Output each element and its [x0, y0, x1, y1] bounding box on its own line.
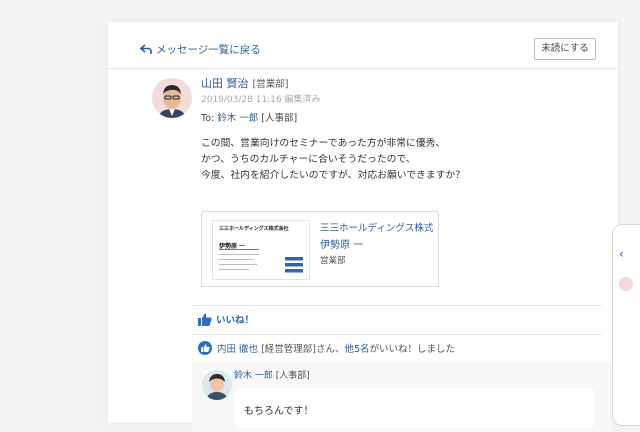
card-dept: 営業部: [320, 256, 346, 266]
chevron-left-icon: ‹: [619, 247, 624, 261]
liked-suffix-2: がいいね！しました: [369, 344, 456, 355]
commenter-avatar[interactable]: [202, 370, 232, 400]
like-button[interactable]: いいね！: [198, 312, 254, 326]
author-name[interactable]: 山田 賢治: [201, 77, 249, 90]
like-label: いいね！: [216, 315, 255, 326]
card-person-name[interactable]: 伊勢原 一: [320, 236, 363, 251]
thumb-text-lines: [219, 254, 259, 270]
mini-avatar: [619, 277, 633, 291]
recipient-line: To: 鈴木 一郎 [人事部]: [201, 110, 297, 124]
liker-dept: [経営管理部]: [261, 344, 316, 355]
author-avatar[interactable]: [152, 78, 192, 118]
message-body: この間、営業向けのセミナーであった方が非常に優秀、 かつ、うちのカルチャーに合い…: [201, 136, 465, 184]
divider: [192, 334, 602, 335]
comment-text: もちろんです！: [244, 406, 314, 417]
company-logo-icon: [285, 257, 303, 273]
recipient-dept: [人事部]: [261, 113, 298, 124]
recipient-name-link[interactable]: 鈴木 一郎: [217, 113, 258, 124]
back-label: メッセージ一覧に戻る: [156, 44, 261, 56]
back-to-list-link[interactable]: メッセージ一覧に戻る: [140, 42, 261, 57]
person-avatar-icon: [152, 78, 192, 118]
person-avatar-icon: [202, 370, 232, 400]
commenter-dept: [人事部]: [275, 371, 310, 381]
back-arrow-icon: [140, 44, 152, 54]
liker-name-link[interactable]: 内田 徹也: [217, 341, 258, 355]
message-line: かつ、うちのカルチャーに合いそうだったので、: [201, 154, 416, 165]
thumb-name-underline: [219, 249, 259, 250]
to-prefix: To:: [201, 113, 218, 124]
thumb-company: 三三ホールディングス株式会社: [219, 226, 289, 232]
message-detail-card: メッセージ一覧に戻る 未読にする 山田 賢治 [営業部] 2019/03/28 1…: [108, 22, 618, 432]
divider: [192, 305, 602, 306]
commenter-line: 鈴木 一郎 [人事部]: [234, 368, 310, 381]
comment-section: 鈴木 一郎 [人事部] もちろんです！: [192, 362, 612, 432]
business-card-attachment[interactable]: 三三ホールディングス株式会社 伊勢原 一 三三ホールディングス株式… 伊勢原 一…: [201, 211, 439, 287]
mark-unread-button[interactable]: 未読にする: [534, 38, 596, 60]
author-line: 山田 賢治 [営業部]: [201, 75, 288, 91]
liked-by-line: 内田 徹也 [経営管理部] さん、 他5名 がいいね！しました: [198, 341, 455, 355]
business-card-thumbnail[interactable]: 三三ホールディングス株式会社 伊勢原 一: [212, 220, 310, 280]
author-dept: [営業部]: [252, 79, 289, 90]
other-likers-link[interactable]: 他5名: [345, 341, 370, 355]
mobile-preview-device: ‹: [612, 224, 640, 426]
message-line: 今度、社内を紹介したいのですが、対応お願いできますか？: [201, 170, 466, 181]
post-timestamp: 2019/03/28 11:16 編集済み: [201, 95, 321, 105]
thumbs-up-icon: [198, 313, 212, 326]
liked-suffix-1: さん、: [315, 344, 345, 355]
commenter-name[interactable]: 鈴木 一郎: [234, 371, 273, 381]
card-company[interactable]: 三三ホールディングス株式…: [320, 220, 434, 234]
thumbs-up-circle-icon: [198, 341, 212, 355]
message-line: この間、営業向けのセミナーであった方が非常に優秀、: [201, 138, 446, 149]
message-header-bar: メッセージ一覧に戻る 未読にする: [108, 22, 618, 69]
